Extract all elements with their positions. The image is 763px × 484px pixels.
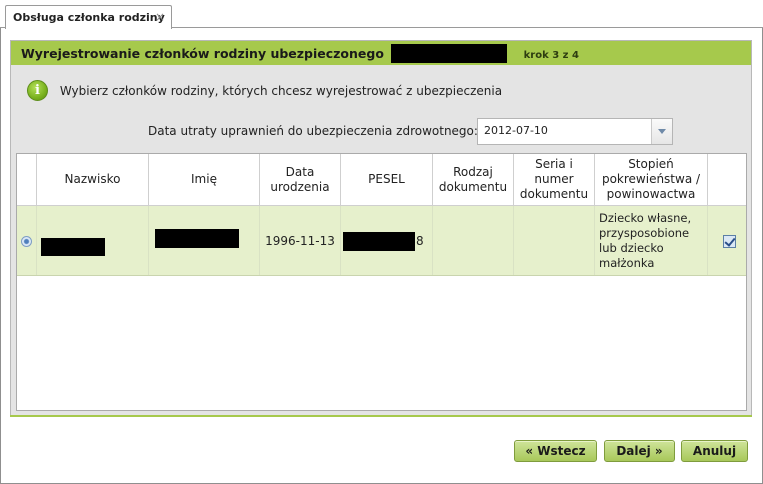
date-combo[interactable]: 2012-07-10: [477, 118, 673, 145]
family-members-grid: Nazwisko Imię Data urodzenia PESEL Rodza…: [16, 153, 747, 411]
main-panel: Wyrejestrowanie członków rodziny ubezpie…: [10, 40, 752, 416]
header-stopien[interactable]: Stopień pokrewieństwa / powinowactwa: [595, 154, 708, 206]
panel-footer-line: [10, 415, 752, 417]
info-message: i Wybierz członków rodziny, których chce…: [27, 80, 502, 102]
chevron-down-icon: [658, 129, 666, 134]
row-divider: [17, 275, 746, 276]
date-value[interactable]: 2012-07-10: [484, 124, 548, 137]
cell-seria: [514, 206, 595, 276]
cell-check[interactable]: [708, 206, 746, 276]
redacted-insured-name: [391, 44, 508, 63]
cell-rodzaj: [433, 206, 514, 276]
header-pesel[interactable]: PESEL: [341, 154, 433, 206]
header-seria-numer[interactable]: Seria i numer dokumentu: [514, 154, 595, 206]
cancel-button[interactable]: Anuluj: [681, 440, 748, 462]
header-check: [708, 154, 746, 206]
cell-nazwisko: [37, 206, 149, 276]
header-rodzaj-dokumentu[interactable]: Rodzaj dokumentu: [433, 154, 514, 206]
pesel-tail: 8: [416, 234, 424, 248]
step-indicator: krok 3 z 4: [523, 50, 579, 61]
date-label: Data utraty uprawnień do ubezpieczenia z…: [148, 124, 478, 138]
header-nazwisko[interactable]: Nazwisko: [37, 154, 149, 206]
header-imie[interactable]: Imię: [149, 154, 260, 206]
next-button[interactable]: Dalej »: [604, 440, 675, 462]
panel-header: Wyrejestrowanie członków rodziny ubezpie…: [11, 41, 751, 65]
row-checkbox[interactable]: [722, 234, 736, 248]
redacted-surname: [41, 238, 105, 256]
header-data-urodzenia[interactable]: Data urodzenia: [260, 154, 341, 206]
info-text: Wybierz członków rodziny, których chcesz…: [59, 83, 503, 98]
info-icon: i: [27, 80, 48, 101]
cell-data-urodzenia: 1996-11-13: [260, 206, 341, 276]
cell-pesel: 8: [341, 206, 433, 276]
header-select: [17, 154, 37, 206]
tab-title: Obsługa członka rodziny: [13, 11, 165, 24]
redacted-pesel: [343, 232, 415, 251]
tab-strip: Obsługa członka rodziny ×: [0, 0, 763, 29]
cell-imie: [149, 206, 260, 276]
row-radio[interactable]: [21, 235, 32, 247]
date-dropdown-button[interactable]: [651, 119, 672, 144]
cell-stopien: Dziecko własne, przysposobione lub dziec…: [595, 206, 708, 276]
table-row[interactable]: [17, 206, 37, 276]
back-button[interactable]: « Wstecz: [514, 440, 597, 462]
close-icon[interactable]: ×: [155, 10, 165, 24]
tab-family-member[interactable]: Obsługa członka rodziny ×: [5, 5, 172, 29]
redacted-first-name: [155, 228, 239, 248]
panel-title: Wyrejestrowanie członków rodziny ubezpie…: [21, 46, 384, 61]
